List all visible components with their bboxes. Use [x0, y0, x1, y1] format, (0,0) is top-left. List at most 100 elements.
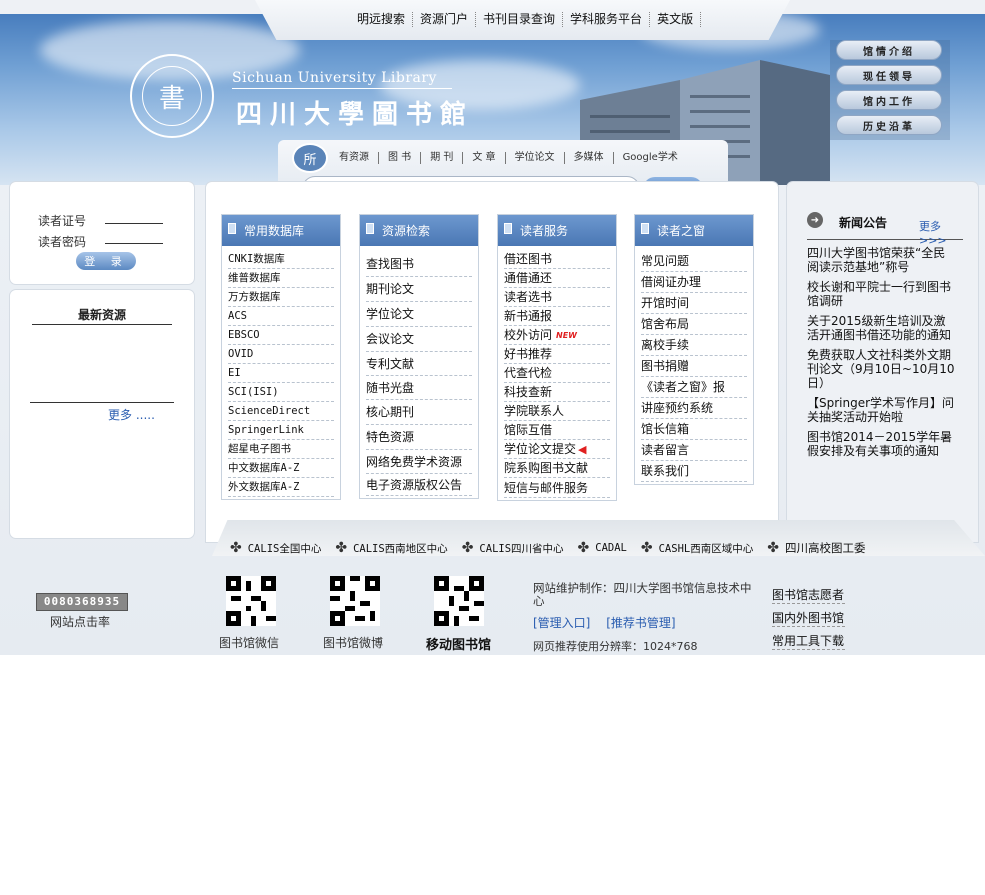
- list-item[interactable]: OVID: [228, 345, 334, 364]
- footer-link-volunteers[interactable]: 图书馆志愿者: [772, 588, 845, 604]
- list-item[interactable]: 短信与邮件服务: [504, 478, 610, 498]
- partner-sichuan-university-library-committee[interactable]: ✤ 四川高校图工委: [767, 540, 865, 556]
- list-item[interactable]: 新书通报: [504, 307, 610, 326]
- list-item[interactable]: 学位论文: [366, 302, 472, 327]
- menu-history[interactable]: 历史沿革: [836, 115, 942, 135]
- news-item[interactable]: 关于2015级新生培训及激活开通图书借还功能的通知: [807, 314, 957, 342]
- password-input[interactable]: [105, 232, 163, 244]
- list-item[interactable]: 借还图书: [504, 250, 610, 269]
- list-item[interactable]: 期刊论文: [366, 277, 472, 302]
- search-tab-all[interactable]: 有资源: [330, 152, 379, 164]
- list-item[interactable]: 好书推荐: [504, 345, 610, 364]
- login-button[interactable]: 登 录: [76, 252, 136, 270]
- search-tab-google-scholar[interactable]: Google学术: [614, 152, 687, 164]
- card-number-input[interactable]: [105, 212, 163, 224]
- clover-icon: ✤: [577, 540, 590, 556]
- top-nav: 明远搜索 资源门户 书刊目录查询 学科服务平台 英文版: [350, 12, 702, 27]
- footer-link-tools[interactable]: 常用工具下载: [772, 634, 845, 650]
- news-item[interactable]: 【Springer学术写作月】问关抽奖活动开始啦: [807, 396, 957, 424]
- list-item[interactable]: 超星电子图书: [228, 440, 334, 459]
- footer-link-libraries[interactable]: 国内外图书馆: [772, 611, 845, 627]
- box-common-databases: 常用数据库 CNKI数据库 维普数据库 万方数据库 ACS EBSCO OVID…: [221, 214, 341, 500]
- document-icon: [366, 223, 374, 234]
- list-item[interactable]: 专利文献: [366, 352, 472, 376]
- list-item[interactable]: 查找图书: [366, 252, 472, 277]
- list-item[interactable]: EI: [228, 364, 334, 383]
- list-item[interactable]: ScienceDirect: [228, 402, 334, 421]
- list-item[interactable]: 借阅证办理: [641, 272, 747, 293]
- nav-resource-portal[interactable]: 资源门户: [413, 12, 477, 27]
- search-tab-multimedia[interactable]: 多媒体: [565, 152, 614, 164]
- partner-calis-national[interactable]: ✤ CALIS全国中心: [230, 540, 321, 556]
- menu-library-intro[interactable]: 馆情介绍: [836, 40, 942, 60]
- list-item[interactable]: 讲座预约系统: [641, 398, 747, 419]
- nav-mingyuan-search[interactable]: 明远搜索: [350, 12, 414, 27]
- news-item[interactable]: 四川大学图书馆荣获“全民阅读示范基地”称号: [807, 246, 957, 274]
- latest-more-link[interactable]: 更多 .....: [108, 406, 155, 423]
- list-item[interactable]: 维普数据库: [228, 269, 334, 288]
- list-item[interactable]: 馆长信箱: [641, 419, 747, 440]
- list-item[interactable]: 会议论文: [366, 327, 472, 352]
- menu-internal-work[interactable]: 馆内工作: [836, 90, 942, 110]
- list-item[interactable]: 离校手续: [641, 335, 747, 356]
- list-item[interactable]: 随书光盘: [366, 376, 472, 400]
- list-item[interactable]: 特色资源: [366, 425, 472, 450]
- list-item[interactable]: 万方数据库: [228, 288, 334, 307]
- news-item[interactable]: 图书馆2014－2015学年暑假安排及有关事项的通知: [807, 430, 957, 458]
- news-item[interactable]: 免费获取人文社科类外文期刊论文（9月10日~10月10日）: [807, 348, 957, 390]
- list-item[interactable]: 外文数据库A-Z: [228, 478, 334, 497]
- list-item[interactable]: 核心期刊: [366, 400, 472, 425]
- list-item[interactable]: ACS: [228, 307, 334, 326]
- list-item-label: 学位论文提交: [504, 442, 577, 456]
- list-item[interactable]: SpringerLink: [228, 421, 334, 440]
- partner-cashl-southwest[interactable]: ✤ CASHL西南区域中心: [641, 540, 753, 556]
- admin-entry-link[interactable]: [管理入口]: [533, 616, 602, 630]
- list-item[interactable]: 图书捐赠: [641, 356, 747, 377]
- list-item-thesis-submit[interactable]: 学位论文提交 ◀: [504, 440, 610, 459]
- list-item[interactable]: 常见问题: [641, 251, 747, 272]
- weibo-qr-code[interactable]: [330, 576, 380, 626]
- search-tab-journals[interactable]: 期 刊: [421, 152, 464, 164]
- news-item[interactable]: 校长谢和平院士一行到图书馆调研: [807, 280, 957, 308]
- news-more-link[interactable]: 更多>>>: [919, 218, 963, 247]
- admin-entry-label: [管理入口]: [533, 616, 591, 630]
- list-item[interactable]: 学院联系人: [504, 402, 610, 421]
- list-item[interactable]: 中文数据库A-Z: [228, 459, 334, 478]
- nav-subject-platform[interactable]: 学科服务平台: [563, 12, 651, 27]
- list-item[interactable]: 代查代检: [504, 364, 610, 383]
- list-item[interactable]: 院系购图书文献: [504, 459, 610, 478]
- search-tab-books[interactable]: 图 书: [379, 152, 422, 164]
- list-item[interactable]: 电子资源版权公告: [366, 474, 472, 496]
- list-item[interactable]: 馆际互借: [504, 421, 610, 440]
- partner-calis-southwest[interactable]: ✤ CALIS西南地区中心: [335, 540, 447, 556]
- list-item[interactable]: EBSCO: [228, 326, 334, 345]
- list-item[interactable]: SCI(ISI): [228, 383, 334, 402]
- latest-resources-panel: 最新资源 更多 .....: [10, 290, 194, 538]
- search-tab-articles[interactable]: 文 章: [463, 152, 506, 164]
- wechat-qr-code[interactable]: [226, 576, 276, 626]
- list-item[interactable]: 《读者之窗》报: [641, 377, 747, 398]
- list-item[interactable]: 科技查新: [504, 383, 610, 402]
- partner-calis-sichuan[interactable]: ✤ CALIS四川省中心: [462, 540, 564, 556]
- list-item[interactable]: 通借通还: [504, 269, 610, 288]
- box-resource-search: 资源检索 查找图书 期刊论文 学位论文 会议论文 专利文献 随书光盘 核心期刊 …: [359, 214, 479, 499]
- mobile-library-qr-code[interactable]: [434, 576, 484, 626]
- list-item[interactable]: 读者留言: [641, 440, 747, 461]
- menu-current-leaders[interactable]: 现任领导: [836, 65, 942, 85]
- news-title: 新闻公告: [839, 216, 888, 230]
- partner-cadal[interactable]: ✤ CADAL: [578, 540, 627, 556]
- list-item[interactable]: CNKI数据库: [228, 250, 334, 269]
- nav-english-version[interactable]: 英文版: [650, 12, 702, 27]
- nav-catalog-search[interactable]: 书刊目录查询: [476, 12, 564, 27]
- list-item[interactable]: 联系我们: [641, 461, 747, 482]
- list-item[interactable]: 网络免费学术资源: [366, 450, 472, 474]
- maintenance-credit: 网站维护制作：四川大学图书馆信息技术中心: [533, 581, 752, 608]
- search-tab-theses[interactable]: 学位论文: [506, 152, 565, 164]
- list-item[interactable]: 开馆时间: [641, 293, 747, 314]
- recommend-book-admin-link[interactable]: [推荐书管理]: [606, 616, 687, 630]
- list-item[interactable]: 馆舍布局: [641, 314, 747, 335]
- mobile-library-caption: 移动图书馆: [426, 638, 492, 653]
- box-title: 读者之窗: [657, 224, 706, 238]
- list-item-offsite-access[interactable]: 校外访问 NEW: [504, 326, 610, 345]
- list-item[interactable]: 读者选书: [504, 288, 610, 307]
